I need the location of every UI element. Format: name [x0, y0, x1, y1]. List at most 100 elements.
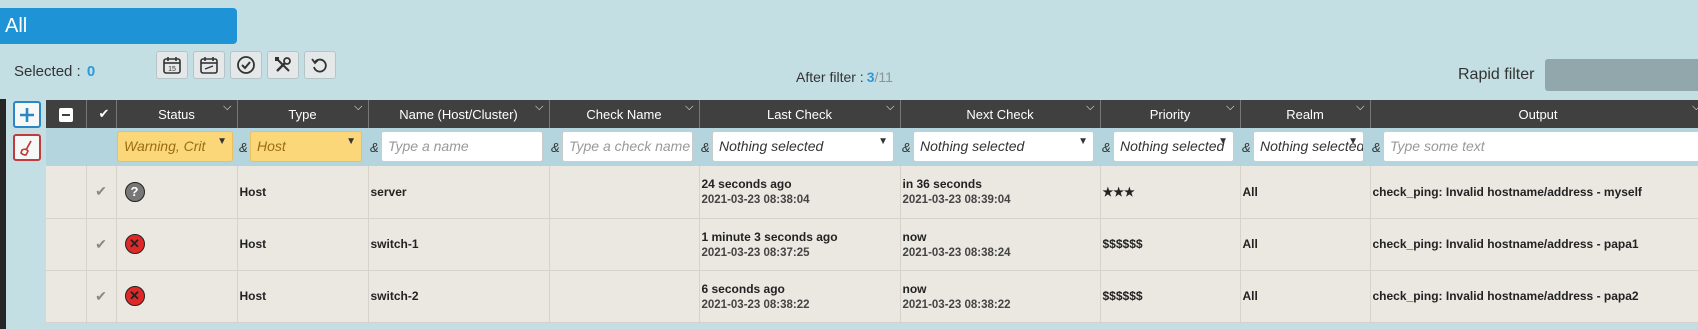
services-table: ✔ Status ⌵ Type ⌵ Name (Host/Cluster) ⌵ Che…	[46, 100, 1698, 323]
priority-cell: $$$$$$	[1100, 270, 1241, 323]
down-status-icon: ✕	[124, 286, 145, 306]
priority-cell: ★★★	[1100, 166, 1241, 219]
next-check-timestamp: 2021-03-23 08:38:22	[902, 298, 1011, 311]
toolbar: 15	[156, 51, 336, 79]
selected-label: Selected :	[14, 63, 81, 80]
last-check-timestamp: 2021-03-23 08:37:25	[701, 246, 810, 259]
row-select-checkbox[interactable]: ✔	[86, 270, 117, 323]
check-icon: ✔	[95, 183, 107, 200]
row-select-checkbox[interactable]: ✔	[86, 218, 117, 271]
check-name-filter-input[interactable]: Type a check name	[562, 131, 693, 162]
tab-all[interactable]: All	[0, 8, 237, 44]
table-row[interactable]: ✔ ✕ Host switch-1 1 minute 3 seconds ago…	[46, 218, 1698, 271]
last-check-relative: 1 minute 3 seconds ago	[701, 229, 838, 244]
refresh-button[interactable]	[304, 51, 336, 79]
and-operator: &	[1242, 140, 1251, 155]
chevron-down-icon: ⌵	[685, 101, 694, 113]
table-row[interactable]: ✔ ✕ Host switch-2 6 seconds ago 2021-03-2…	[46, 270, 1698, 323]
column-header-type[interactable]: Type ⌵	[237, 100, 369, 128]
tools-icon	[275, 57, 291, 72]
and-operator: &	[239, 140, 248, 155]
column-header-next-check[interactable]: Next Check ⌵	[900, 100, 1101, 128]
column-header-last-check[interactable]: Last Check ⌵	[699, 100, 901, 128]
chevron-down-icon: ⌵	[1356, 101, 1365, 113]
chevron-down-icon: ⌵	[1692, 101, 1698, 114]
dropdown-arrow-icon: ▼	[217, 136, 227, 147]
priority-cell: $$$$$$	[1100, 218, 1241, 271]
next-check-timestamp: 2021-03-23 08:38:24	[902, 246, 1011, 259]
table-row[interactable]: ✔ ? Host server 24 seconds ago 2021-03-23…	[46, 166, 1698, 219]
last-check-timestamp: 2021-03-23 08:38:22	[701, 298, 810, 311]
check-icon: ✔	[98, 106, 110, 121]
check-column-header[interactable]: ✔	[86, 100, 117, 128]
next-check-timestamp: 2021-03-23 08:39:04	[902, 194, 1011, 207]
svg-text:15: 15	[168, 66, 176, 73]
unknown-status-icon: ?	[124, 181, 145, 202]
last-check-cell: 24 seconds ago 2021-03-23 08:38:04	[699, 166, 901, 219]
check-icon: ✔	[95, 235, 107, 252]
last-check-filter-select[interactable]: Nothing selected ▼	[712, 131, 894, 162]
priority-filter-select[interactable]: Nothing selected ▼	[1113, 131, 1234, 162]
status-cell: ✕	[116, 270, 238, 323]
host-name-cell[interactable]: server	[368, 166, 550, 219]
type-filter-select[interactable]: Host ▼	[250, 131, 362, 162]
rapid-filter-input[interactable]	[1545, 59, 1698, 91]
after-filter-info: After filter :3/11	[796, 69, 893, 85]
plus-icon	[20, 107, 34, 122]
host-name-cell[interactable]: switch-2	[368, 270, 550, 323]
chevron-down-icon: ⌵	[1086, 101, 1095, 113]
column-header-output[interactable]: Output⌵	[1370, 100, 1698, 128]
dropdown-arrow-icon: ▼	[346, 136, 356, 147]
realm-cell: All	[1240, 218, 1371, 271]
chevron-down-icon: ⌵	[886, 101, 895, 113]
select-all-header[interactable]	[46, 100, 87, 128]
next-check-relative: now	[902, 281, 927, 296]
realm-cell: All	[1240, 270, 1371, 323]
next-check-filter-select[interactable]: Nothing selected ▼	[913, 131, 1094, 162]
output-cell: check_ping: Invalid hostname/address - p…	[1370, 270, 1698, 323]
output-cell: check_ping: Invalid hostname/address - p…	[1370, 218, 1698, 271]
acknowledge-button[interactable]	[230, 51, 262, 79]
and-operator: &	[370, 140, 379, 155]
row-spacer	[46, 218, 87, 271]
output-cell: check_ping: Invalid hostname/address - m…	[1370, 166, 1698, 219]
next-check-cell: now 2021-03-23 08:38:24	[900, 218, 1101, 271]
rapid-filter-label: Rapid filter	[1458, 66, 1535, 83]
column-header-check-name[interactable]: Check Name ⌵	[549, 100, 700, 128]
and-operator: &	[1372, 140, 1381, 155]
recurring-downtime-button[interactable]	[193, 51, 225, 79]
and-operator: &	[1102, 140, 1111, 155]
tools-button[interactable]	[267, 51, 299, 79]
and-operator: &	[902, 140, 911, 155]
row-spacer	[46, 270, 87, 323]
last-check-cell: 1 minute 3 seconds ago 2021-03-23 08:37:2…	[699, 218, 901, 271]
name-filter-input[interactable]: Type a name	[381, 131, 543, 162]
column-header-realm[interactable]: Realm ⌵	[1240, 100, 1371, 128]
status-cell: ✕	[116, 218, 238, 271]
selected-number: 0	[86, 63, 96, 80]
after-filter-label: After filter :	[796, 69, 864, 85]
column-header-status[interactable]: Status ⌵	[116, 100, 238, 128]
next-check-cell: in 36 seconds 2021-03-23 08:39:04	[900, 166, 1101, 219]
output-filter-input[interactable]: Type some text	[1383, 131, 1698, 162]
row-select-checkbox[interactable]: ✔	[86, 166, 117, 219]
clear-filters-button[interactable]	[13, 134, 41, 161]
realm-cell: All	[1240, 166, 1371, 219]
host-name-cell[interactable]: switch-1	[368, 218, 550, 271]
schedule-downtime-button[interactable]: 15	[156, 51, 188, 79]
chevron-down-icon: ⌵	[1226, 101, 1235, 113]
chevron-down-icon: ⌵	[535, 101, 544, 113]
and-operator: &	[551, 140, 560, 155]
selected-count: Selected : 0	[14, 63, 95, 80]
chevron-down-icon: ⌵	[354, 101, 363, 113]
realm-filter-select[interactable]: Nothing selected ▼	[1253, 131, 1364, 162]
add-filter-button[interactable]	[13, 101, 41, 128]
status-filter-select[interactable]: Warning, Crit ▼	[117, 131, 233, 162]
chevron-down-icon: ⌵	[223, 101, 232, 113]
check-name-cell	[549, 270, 700, 323]
type-cell: Host	[237, 166, 369, 219]
last-check-relative: 24 seconds ago	[701, 177, 792, 192]
column-header-priority[interactable]: Priority ⌵	[1100, 100, 1241, 128]
column-header-name[interactable]: Name (Host/Cluster) ⌵	[368, 100, 550, 128]
calendar-days-icon	[200, 57, 218, 74]
